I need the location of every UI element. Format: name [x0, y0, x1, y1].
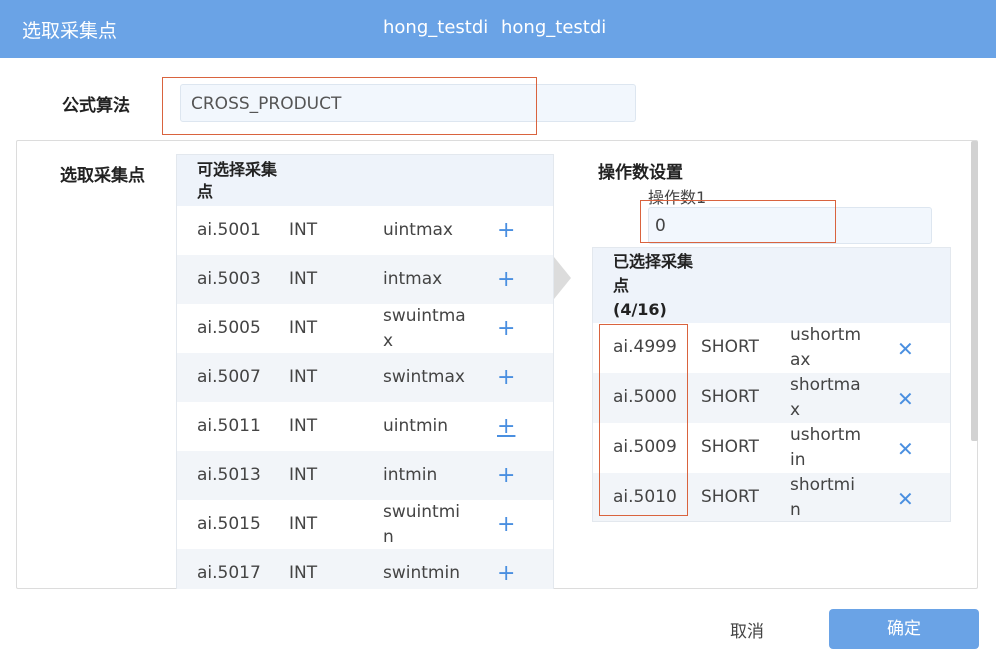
point-name: uintmin	[383, 416, 448, 436]
available-point-row: ai.5001 INT uintmax +	[177, 206, 553, 255]
close-icon[interactable]: ✕	[897, 387, 914, 412]
plus-icon[interactable]: +	[497, 218, 515, 243]
selected-points-header-label: 已选择采集点	[613, 252, 694, 295]
point-id: ai.5000	[613, 387, 677, 407]
point-name: ushortmin	[790, 425, 862, 470]
point-type: SHORT	[701, 387, 759, 407]
selected-point-row: ai.5010 SHORT shortmin ✕	[593, 473, 950, 521]
point-id: ai.5010	[613, 487, 677, 507]
plus-icon[interactable]: +	[497, 561, 515, 586]
available-points-header: 可选择采集点	[177, 155, 553, 206]
point-type: INT	[289, 465, 318, 485]
point-id: ai.4999	[613, 337, 677, 357]
select-points-label: 选取采集点	[60, 166, 145, 186]
operand1-input[interactable]: 0	[648, 207, 932, 244]
close-icon[interactable]: ✕	[897, 337, 914, 362]
device-name-2: hong_testdi	[501, 17, 607, 38]
point-id: ai.5015	[197, 514, 261, 534]
point-name: shortmax	[790, 375, 861, 420]
point-type: INT	[289, 269, 318, 289]
point-type: INT	[289, 367, 318, 387]
point-type: INT	[289, 220, 318, 240]
selected-points-count: (4/16)	[613, 300, 667, 319]
point-type: SHORT	[701, 337, 759, 357]
plus-icon[interactable]: +	[497, 267, 515, 292]
point-type: INT	[289, 416, 318, 436]
selected-point-row: ai.5000 SHORT shortmax ✕	[593, 373, 950, 423]
point-type: SHORT	[701, 487, 759, 507]
device-name-1: hong_testdi	[383, 17, 489, 38]
point-name: swuintmax	[383, 306, 466, 351]
point-id: ai.5001	[197, 220, 261, 240]
available-point-row: ai.5015 INT swuintmin +	[177, 500, 553, 549]
point-name: shortmin	[790, 475, 855, 520]
point-name: swintmin	[383, 563, 460, 583]
available-point-row: ai.5011 INT uintmin +	[177, 402, 553, 451]
point-type: INT	[289, 514, 318, 534]
plus-icon[interactable]: +	[497, 512, 515, 537]
selected-point-row: ai.4999 SHORT ushortmax ✕	[593, 323, 950, 373]
selected-points-table: 已选择采集点 (4/16) ai.4999 SHORT ushortmax ✕ ai.5…	[592, 247, 951, 522]
operand1-label: 操作数1	[648, 188, 707, 207]
plus-icon[interactable]: +	[497, 463, 515, 488]
close-icon[interactable]: ✕	[897, 487, 914, 512]
point-name: intmax	[383, 269, 443, 289]
point-name: intmin	[383, 465, 438, 485]
panel-scrollbar[interactable]	[971, 141, 978, 441]
available-points-header-label: 可选择采集点	[197, 160, 278, 201]
available-point-row: ai.5003 INT intmax +	[177, 255, 553, 304]
plus-icon[interactable]: +	[497, 365, 515, 390]
dialog-header: 选取采集点 hong_testdi hong_testdi	[0, 0, 996, 58]
operands-title: 操作数设置	[598, 163, 683, 183]
point-name: ushortmax	[790, 325, 862, 370]
point-type: INT	[289, 318, 318, 338]
point-id: ai.5009	[613, 437, 677, 457]
point-id: ai.5017	[197, 563, 261, 583]
point-id: ai.5005	[197, 318, 261, 338]
point-id: ai.5011	[197, 416, 261, 436]
transfer-arrow-icon	[554, 257, 571, 299]
formula-select[interactable]: CROSS_PRODUCT	[180, 84, 636, 122]
plus-icon[interactable]: +	[497, 414, 515, 439]
formula-label: 公式算法	[62, 96, 130, 116]
dialog-title: 选取采集点	[22, 20, 118, 42]
available-point-row: ai.5017 INT swintmin +	[177, 549, 553, 589]
available-point-row: ai.5007 INT swintmax +	[177, 353, 553, 402]
close-icon[interactable]: ✕	[897, 437, 914, 462]
point-name: uintmax	[383, 220, 453, 240]
point-id: ai.5003	[197, 269, 261, 289]
cancel-button[interactable]: 取消	[730, 617, 764, 642]
selected-points-header: 已选择采集点 (4/16)	[593, 248, 950, 323]
confirm-button[interactable]: 确定	[829, 609, 979, 649]
point-type: INT	[289, 563, 318, 583]
available-points-table: 可选择采集点 ai.5001 INT uintmax + ai.5003 INT intma…	[176, 154, 554, 589]
plus-icon[interactable]: +	[497, 316, 515, 341]
point-name: swuintmin	[383, 502, 460, 547]
available-point-row: ai.5005 INT swuintmax +	[177, 304, 553, 353]
point-id: ai.5013	[197, 465, 261, 485]
selected-point-row: ai.5009 SHORT ushortmin ✕	[593, 423, 950, 473]
available-point-row: ai.5013 INT intmin +	[177, 451, 553, 500]
point-id: ai.5007	[197, 367, 261, 387]
point-type: SHORT	[701, 437, 759, 457]
point-name: swintmax	[383, 367, 465, 387]
